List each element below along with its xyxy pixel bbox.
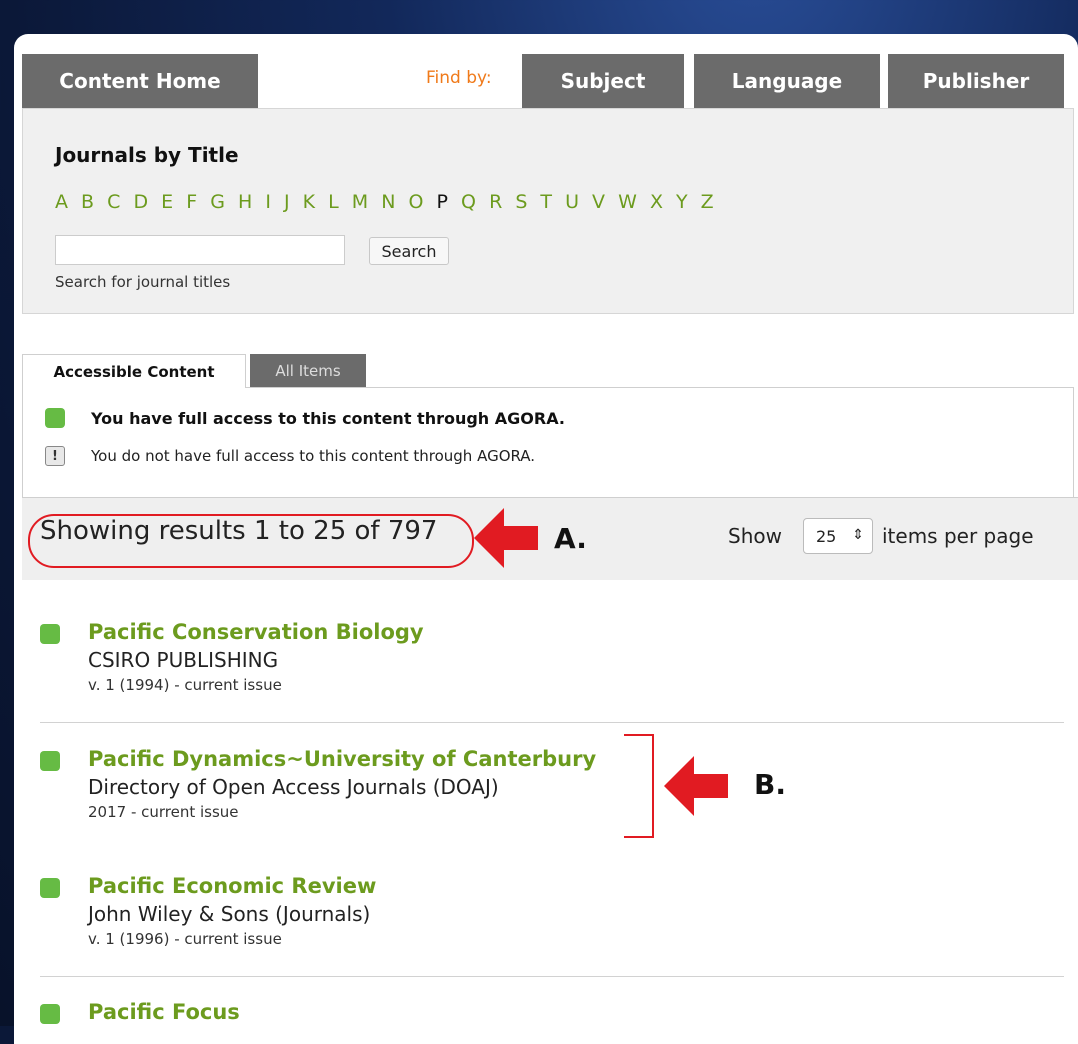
journal-publisher: Directory of Open Access Journals (DOAJ) xyxy=(88,775,499,799)
letter-k-link[interactable]: K xyxy=(303,191,316,213)
annotation-label-b: B. xyxy=(754,768,786,801)
content-panel: Content Home Find by: Subject Language P… xyxy=(14,34,1078,1044)
top-nav: Content Home Find by: Subject Language P… xyxy=(22,54,1078,108)
find-by-label: Find by: xyxy=(426,68,492,88)
letter-h-link[interactable]: H xyxy=(238,191,253,213)
letter-d-link[interactable]: D xyxy=(133,191,149,213)
annotation-label-a: A. xyxy=(554,522,587,555)
show-label: Show xyxy=(728,524,782,548)
no-full-access-text: You do not have full access to this cont… xyxy=(91,447,536,465)
journal-publisher: John Wiley & Sons (Journals) xyxy=(88,902,371,926)
select-arrows-icon: ⇕ xyxy=(852,527,864,543)
legend-no-full-access: ! You do not have full access to this co… xyxy=(45,446,535,466)
journal-coverage: v. 1 (1996) - current issue xyxy=(88,930,282,948)
letter-j-link[interactable]: J xyxy=(284,191,291,213)
content-home-tab[interactable]: Content Home xyxy=(22,54,258,108)
full-access-icon xyxy=(40,624,60,644)
journal-title-link[interactable]: Pacific Conservation Biology xyxy=(88,620,424,644)
letter-o-link[interactable]: O xyxy=(409,191,425,213)
annotation-arrow-a xyxy=(474,508,538,568)
tab-accessible-content[interactable]: Accessible Content xyxy=(22,354,246,388)
letter-e-link[interactable]: E xyxy=(161,191,174,213)
language-tab[interactable]: Language xyxy=(694,54,880,108)
tab-all-items[interactable]: All Items xyxy=(250,354,366,388)
letter-w-link[interactable]: W xyxy=(618,191,638,213)
access-legend: You have full access to this content thr… xyxy=(22,387,1074,498)
letter-n-link[interactable]: N xyxy=(381,191,396,213)
journal-coverage: v. 1 (1994) - current issue xyxy=(88,676,282,694)
letter-r-link[interactable]: R xyxy=(489,191,503,213)
full-access-icon xyxy=(40,751,60,771)
full-access-icon xyxy=(40,1004,60,1024)
letter-index: A B C D E F G H I J K L M N O P Q R S T … xyxy=(55,191,720,213)
journal-title-link[interactable]: Pacific Dynamics~University of Canterbur… xyxy=(88,747,596,771)
journal-publisher: CSIRO PUBLISHING xyxy=(88,648,279,672)
letter-b-link[interactable]: B xyxy=(81,191,95,213)
journal-title-link[interactable]: Pacific Economic Review xyxy=(88,874,376,898)
letter-q-link[interactable]: Q xyxy=(461,191,477,213)
annotation-bracket xyxy=(624,734,654,838)
journal-title-link[interactable]: Pacific Focus xyxy=(88,1000,240,1024)
journal-coverage: 2017 - current issue xyxy=(88,803,239,821)
letter-x-link[interactable]: X xyxy=(650,191,664,213)
legend-full-access: You have full access to this content thr… xyxy=(45,408,565,428)
journals-by-title-box: Journals by Title A B C D E F G H I J K … xyxy=(22,108,1074,314)
letter-v-link[interactable]: V xyxy=(592,191,606,213)
items-per-page-value: 25 xyxy=(816,526,837,546)
subject-tab[interactable]: Subject xyxy=(522,54,684,108)
annotation-arrow-b xyxy=(664,756,728,816)
items-per-page-label: items per page xyxy=(882,524,1034,548)
search-hint: Search for journal titles xyxy=(55,273,231,291)
full-access-text: You have full access to this content thr… xyxy=(91,408,565,428)
publisher-tab[interactable]: Publisher xyxy=(888,54,1064,108)
journal-title-search-input[interactable] xyxy=(55,235,345,265)
letter-f-link[interactable]: F xyxy=(186,191,198,213)
full-access-icon xyxy=(45,408,65,428)
search-button[interactable]: Search xyxy=(369,237,449,265)
journals-by-title-heading: Journals by Title xyxy=(55,143,239,167)
letter-g-link[interactable]: G xyxy=(210,191,226,213)
letter-p-current: P xyxy=(436,191,449,213)
letter-t-link[interactable]: T xyxy=(540,191,553,213)
divider xyxy=(40,722,1064,723)
full-access-icon xyxy=(40,878,60,898)
letter-l-link[interactable]: L xyxy=(328,191,340,213)
letter-s-link[interactable]: S xyxy=(515,191,528,213)
results-summary: Showing results 1 to 25 of 797 xyxy=(40,516,438,546)
letter-u-link[interactable]: U xyxy=(565,191,580,213)
letter-m-link[interactable]: M xyxy=(352,191,369,213)
divider xyxy=(40,976,1064,977)
letter-a-link[interactable]: A xyxy=(55,191,69,213)
letter-c-link[interactable]: C xyxy=(107,191,121,213)
letter-z-link[interactable]: Z xyxy=(701,191,715,213)
letter-y-link[interactable]: Y xyxy=(676,191,689,213)
exclamation-icon: ! xyxy=(45,446,65,466)
results-bar: Showing results 1 to 25 of 797 A. Show 2… xyxy=(22,497,1078,580)
items-per-page-select[interactable]: 25 ⇕ xyxy=(803,518,873,554)
letter-i-link[interactable]: I xyxy=(265,191,272,213)
